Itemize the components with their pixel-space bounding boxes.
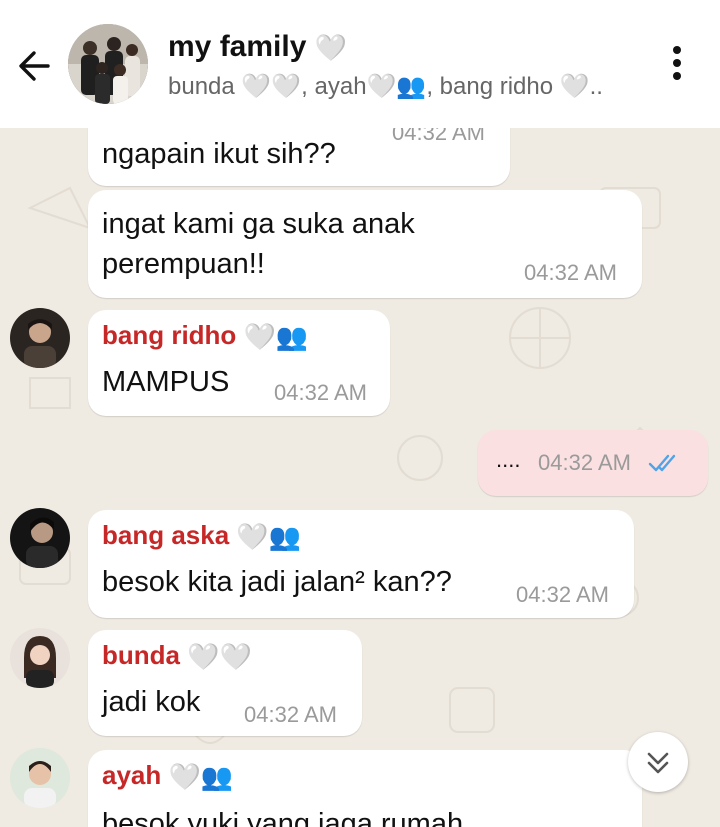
back-button[interactable]: [14, 44, 58, 88]
sender-name: bunda 🤍🤍: [102, 640, 252, 672]
message-bubble[interactable]: bunda 🤍🤍 jadi kok 04:32 AM: [88, 630, 362, 736]
group-avatar[interactable]: [68, 24, 148, 104]
message-text: besok yuki yang jaga rumah: [102, 808, 464, 827]
message-text: MAMPUS: [102, 366, 230, 398]
more-options-button[interactable]: [664, 46, 690, 86]
message-text: jadi kok: [102, 686, 201, 718]
message-time: 04:32 AM: [392, 128, 485, 145]
white-heart-icon: 🤍: [314, 32, 348, 63]
more-vertical-icon: [673, 46, 681, 54]
message-bubble[interactable]: ayah 🤍👥 besok yuki yang jaga rumah: [88, 750, 642, 827]
message-time: 04:32 AM: [516, 582, 609, 607]
chat-title[interactable]: my family 🤍: [168, 30, 347, 64]
white-heart-icon: 🤍🤍: [187, 641, 252, 672]
chat-header: my family 🤍 bunda 🤍🤍, ayah🤍👥, bang ridho…: [0, 0, 720, 128]
read-ticks-icon: [648, 454, 676, 472]
outgoing-message-bubble[interactable]: .... 04:32 AM: [478, 430, 708, 496]
sender-name: bang aska 🤍👥: [102, 520, 302, 552]
sender-name: ayah 🤍👥: [102, 760, 234, 792]
heart-and-people-icon: 🤍👥: [236, 521, 302, 552]
message-text: ....: [496, 447, 521, 472]
message-bubble[interactable]: ingat kami ga suka anak perempuan!! 04:3…: [88, 190, 642, 298]
message-text: ngapain ikut sih??: [102, 138, 336, 170]
message-text-line: ingat kami ga suka anak: [102, 208, 415, 240]
message-bubble[interactable]: bang ridho 🤍👥 MAMPUS 04:32 AM: [88, 310, 390, 416]
message-bubble[interactable]: ngapain ikut sih?? 04:32 AM: [88, 128, 510, 186]
heart-and-people-icon: 🤍👥: [168, 761, 234, 792]
sender-avatar[interactable]: [10, 628, 70, 688]
scroll-to-bottom-button[interactable]: [628, 732, 688, 792]
sender-avatar[interactable]: [10, 748, 70, 808]
sender-name: bang ridho 🤍👥: [102, 320, 309, 352]
message-time: 04:32 AM: [524, 260, 617, 285]
message-bubble[interactable]: bang aska 🤍👥 besok kita jadi jalan² kan?…: [88, 510, 634, 618]
chat-members[interactable]: bunda 🤍🤍, ayah🤍👥, bang ridho 🤍..: [168, 72, 603, 101]
chat-title-text: my family: [168, 30, 307, 63]
chat-area[interactable]: ngapain ikut sih?? 04:32 AM ingat kami g…: [0, 128, 720, 827]
message-time: 04:32 AM: [274, 380, 367, 405]
chevron-double-down-icon: [647, 752, 669, 774]
sender-avatar[interactable]: [10, 308, 70, 368]
message-time: 04:32 AM: [538, 450, 631, 475]
message-text-line: perempuan!!: [102, 248, 265, 280]
arrow-left-icon: [19, 51, 50, 81]
message-text: besok kita jadi jalan² kan??: [102, 566, 452, 598]
message-time: 04:32 AM: [244, 702, 337, 727]
sender-avatar[interactable]: [10, 508, 70, 568]
heart-and-people-icon: 🤍👥: [243, 321, 309, 352]
